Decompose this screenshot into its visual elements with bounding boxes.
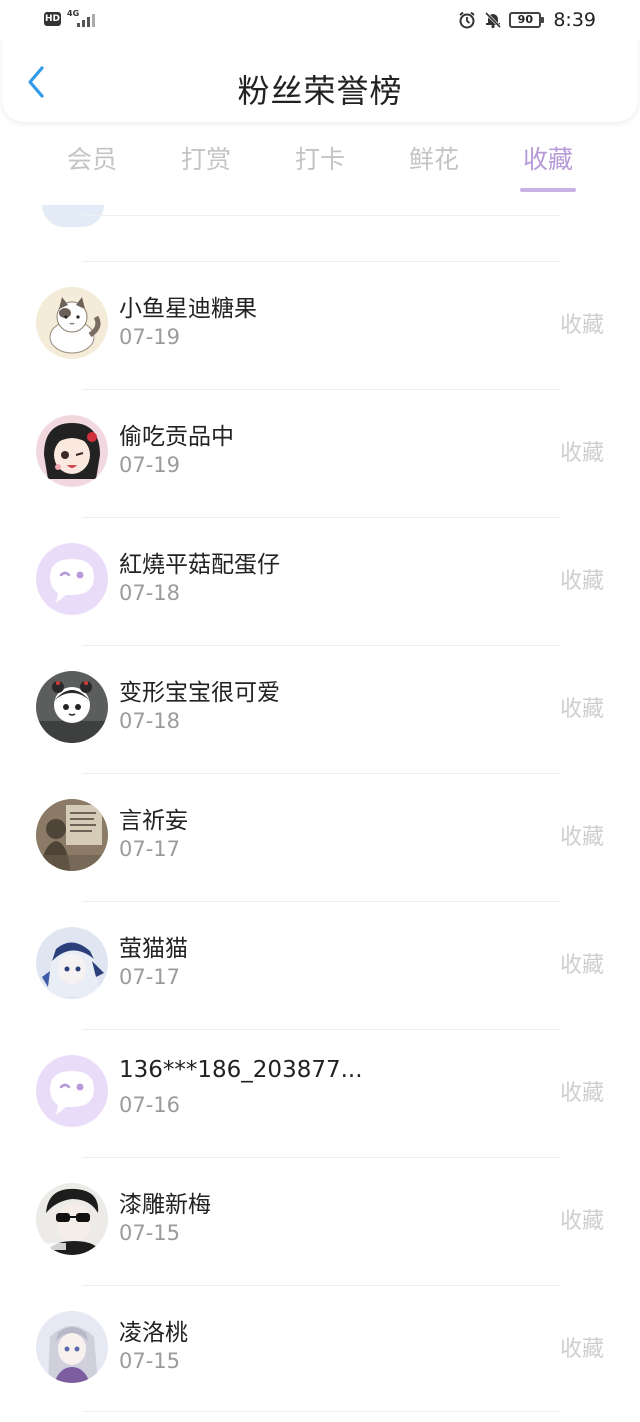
tab-label: 会员	[66, 145, 117, 174]
divider	[82, 215, 560, 216]
favorite-label: 收藏	[559, 1209, 604, 1234]
sunglasses-avatar-icon	[36, 1183, 108, 1255]
user-name: 萤猫猫	[119, 936, 188, 962]
anime-girl-avatar-icon	[36, 415, 108, 487]
date-label: 07-15	[119, 1349, 181, 1373]
list-item[interactable]: 偷吃贡品中 07-19 收藏	[0, 391, 640, 519]
signal-icon	[77, 14, 95, 27]
avatar	[36, 927, 108, 999]
divider	[82, 645, 560, 646]
date-label: 07-18	[119, 581, 181, 605]
divider	[82, 1285, 560, 1286]
photo-avatar-icon	[36, 799, 108, 871]
favorite-label: 收藏	[559, 697, 604, 722]
list-item[interactable]: 凌洛桃 07-15 收藏	[0, 1287, 640, 1415]
anime-blue-avatar-icon	[36, 927, 108, 999]
user-name: 变形宝宝很可爱	[119, 680, 280, 706]
avatar	[36, 671, 108, 743]
avatar	[36, 415, 108, 487]
date-label: 07-15	[119, 1221, 181, 1245]
date-label: 07-17	[119, 965, 181, 989]
status-right: 90 8:39	[457, 8, 596, 32]
list-item[interactable]: 言祈妄 07-17 收藏	[0, 775, 640, 903]
default-chat-avatar-icon	[36, 1055, 108, 1127]
favorite-label: 收藏	[559, 313, 604, 338]
list-item[interactable]: 紅燒平菇配蛋仔 07-18 收藏	[0, 519, 640, 647]
favorite-label: 收藏	[559, 1081, 604, 1106]
page-title: 粉丝荣誉榜	[237, 72, 403, 110]
favorite-label: 收藏	[559, 441, 604, 466]
date-label: 07-16	[119, 1093, 181, 1117]
tab-label: 鲜花	[408, 145, 459, 174]
user-name: 小鱼星迪糖果	[119, 296, 257, 322]
clock: 8:39	[553, 9, 596, 31]
favorite-label: 收藏	[559, 825, 604, 850]
avatar	[36, 1055, 108, 1127]
list-item[interactable]: 萤猫猫 07-17 收藏	[0, 903, 640, 1031]
favorite-label: 收藏	[559, 569, 604, 594]
divider	[82, 1411, 560, 1412]
tab-reward[interactable]: 打赏	[149, 140, 263, 176]
divider	[82, 261, 560, 262]
list-item[interactable]: 漆雕新梅 07-15 收藏	[0, 1159, 640, 1287]
avatar	[36, 287, 108, 359]
list-item[interactable]: 变形宝宝很可爱 07-18 收藏	[0, 647, 640, 775]
cat-avatar-icon	[36, 287, 108, 359]
user-name: 偷吃贡品中	[119, 424, 234, 450]
tab-flowers[interactable]: 鲜花	[377, 140, 491, 176]
anime-silver-avatar-icon	[36, 1311, 108, 1383]
tab-label: 收藏	[522, 145, 573, 174]
mute-bell-icon	[485, 11, 502, 29]
divider	[82, 773, 560, 774]
divider	[82, 517, 560, 518]
divider	[82, 1157, 560, 1158]
active-tab-indicator	[520, 188, 576, 192]
user-name: 言祈妄	[119, 808, 188, 834]
user-name: 漆雕新梅	[119, 1192, 211, 1218]
status-bar: HD 4G 90 8:39	[0, 0, 640, 40]
tab-favorites[interactable]: 收藏	[491, 140, 605, 192]
tab-label: 打赏	[180, 145, 231, 174]
hd-badge: HD	[44, 12, 61, 26]
default-chat-avatar-icon	[36, 543, 108, 615]
alarm-icon	[459, 11, 475, 29]
tab-bar: 会员 打赏 打卡 鲜花 收藏	[0, 140, 640, 200]
date-label: 07-19	[119, 325, 181, 349]
avatar	[36, 1311, 108, 1383]
tab-checkin[interactable]: 打卡	[263, 140, 377, 176]
divider	[82, 901, 560, 902]
tab-member[interactable]: 会员	[35, 140, 149, 176]
user-name: 凌洛桃	[119, 1320, 188, 1346]
tab-label: 打卡	[294, 145, 345, 174]
app-header: 粉丝荣誉榜	[2, 38, 638, 122]
avatar	[36, 1183, 108, 1255]
panda-avatar-icon	[36, 671, 108, 743]
list-item[interactable]: 136***186_203877... 07-16 收藏	[0, 1031, 640, 1159]
date-label: 07-17	[119, 837, 181, 861]
divider	[82, 1029, 560, 1030]
date-label: 07-19	[119, 453, 181, 477]
battery-indicator: 90	[509, 12, 545, 28]
divider	[82, 389, 560, 390]
user-name: 紅燒平菇配蛋仔	[119, 552, 280, 578]
avatar	[36, 799, 108, 871]
favorite-label: 收藏	[559, 953, 604, 978]
avatar	[36, 543, 108, 615]
user-name: 136***186_203877...	[119, 1057, 363, 1083]
favorite-label: 收藏	[559, 1337, 604, 1362]
list-item[interactable]: 小鱼星迪糖果 07-19 收藏	[0, 263, 640, 391]
avatar	[42, 205, 104, 227]
date-label: 07-18	[119, 709, 181, 733]
